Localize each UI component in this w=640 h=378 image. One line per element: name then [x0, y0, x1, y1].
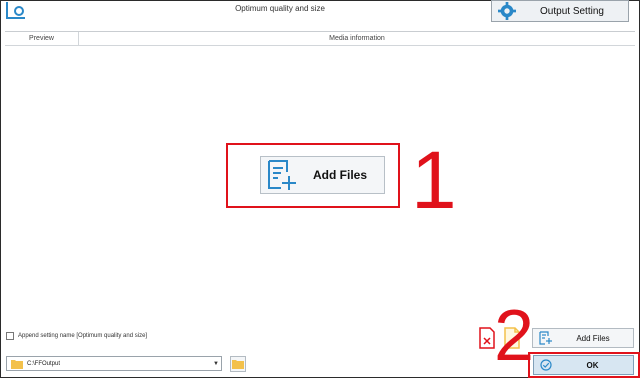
ok-label: OK [586, 360, 599, 370]
add-file-icon [539, 331, 552, 345]
append-setting-label: Append setting name [Optimum quality and… [18, 333, 148, 339]
column-header-media-information[interactable]: Media information [79, 32, 635, 45]
gear-icon [498, 2, 516, 20]
folder-icon [11, 359, 23, 369]
add-files-label: Add Files [313, 168, 368, 182]
append-setting-checkbox[interactable] [6, 332, 14, 340]
app-logo-icon [6, 2, 25, 19]
check-circle-icon [540, 359, 552, 371]
chevron-down-icon[interactable]: ▼ [211, 361, 221, 367]
media-table-header: Preview Media information [5, 32, 635, 46]
browse-folder-button[interactable] [230, 356, 246, 372]
add-file-icon [268, 160, 296, 190]
profile-title: Optimum quality and size [235, 4, 325, 13]
output-setting-label: Output Setting [540, 5, 604, 17]
add-files-button[interactable]: Add Files [532, 328, 634, 348]
add-files-button-label: Add Files [576, 333, 610, 343]
output-path-value: C:\FFOutput [27, 360, 61, 367]
add-files-center-button[interactable]: Add Files [260, 156, 385, 194]
ok-button[interactable]: OK [533, 355, 634, 375]
output-setting-button[interactable]: Output Setting [491, 0, 629, 22]
column-header-preview[interactable]: Preview [5, 32, 79, 45]
annotation-number-1: 1 [411, 135, 457, 226]
output-folder-select[interactable]: C:\FFOutput ▼ [6, 356, 222, 371]
append-setting-row[interactable]: Append setting name [Optimum quality and… [6, 332, 147, 340]
